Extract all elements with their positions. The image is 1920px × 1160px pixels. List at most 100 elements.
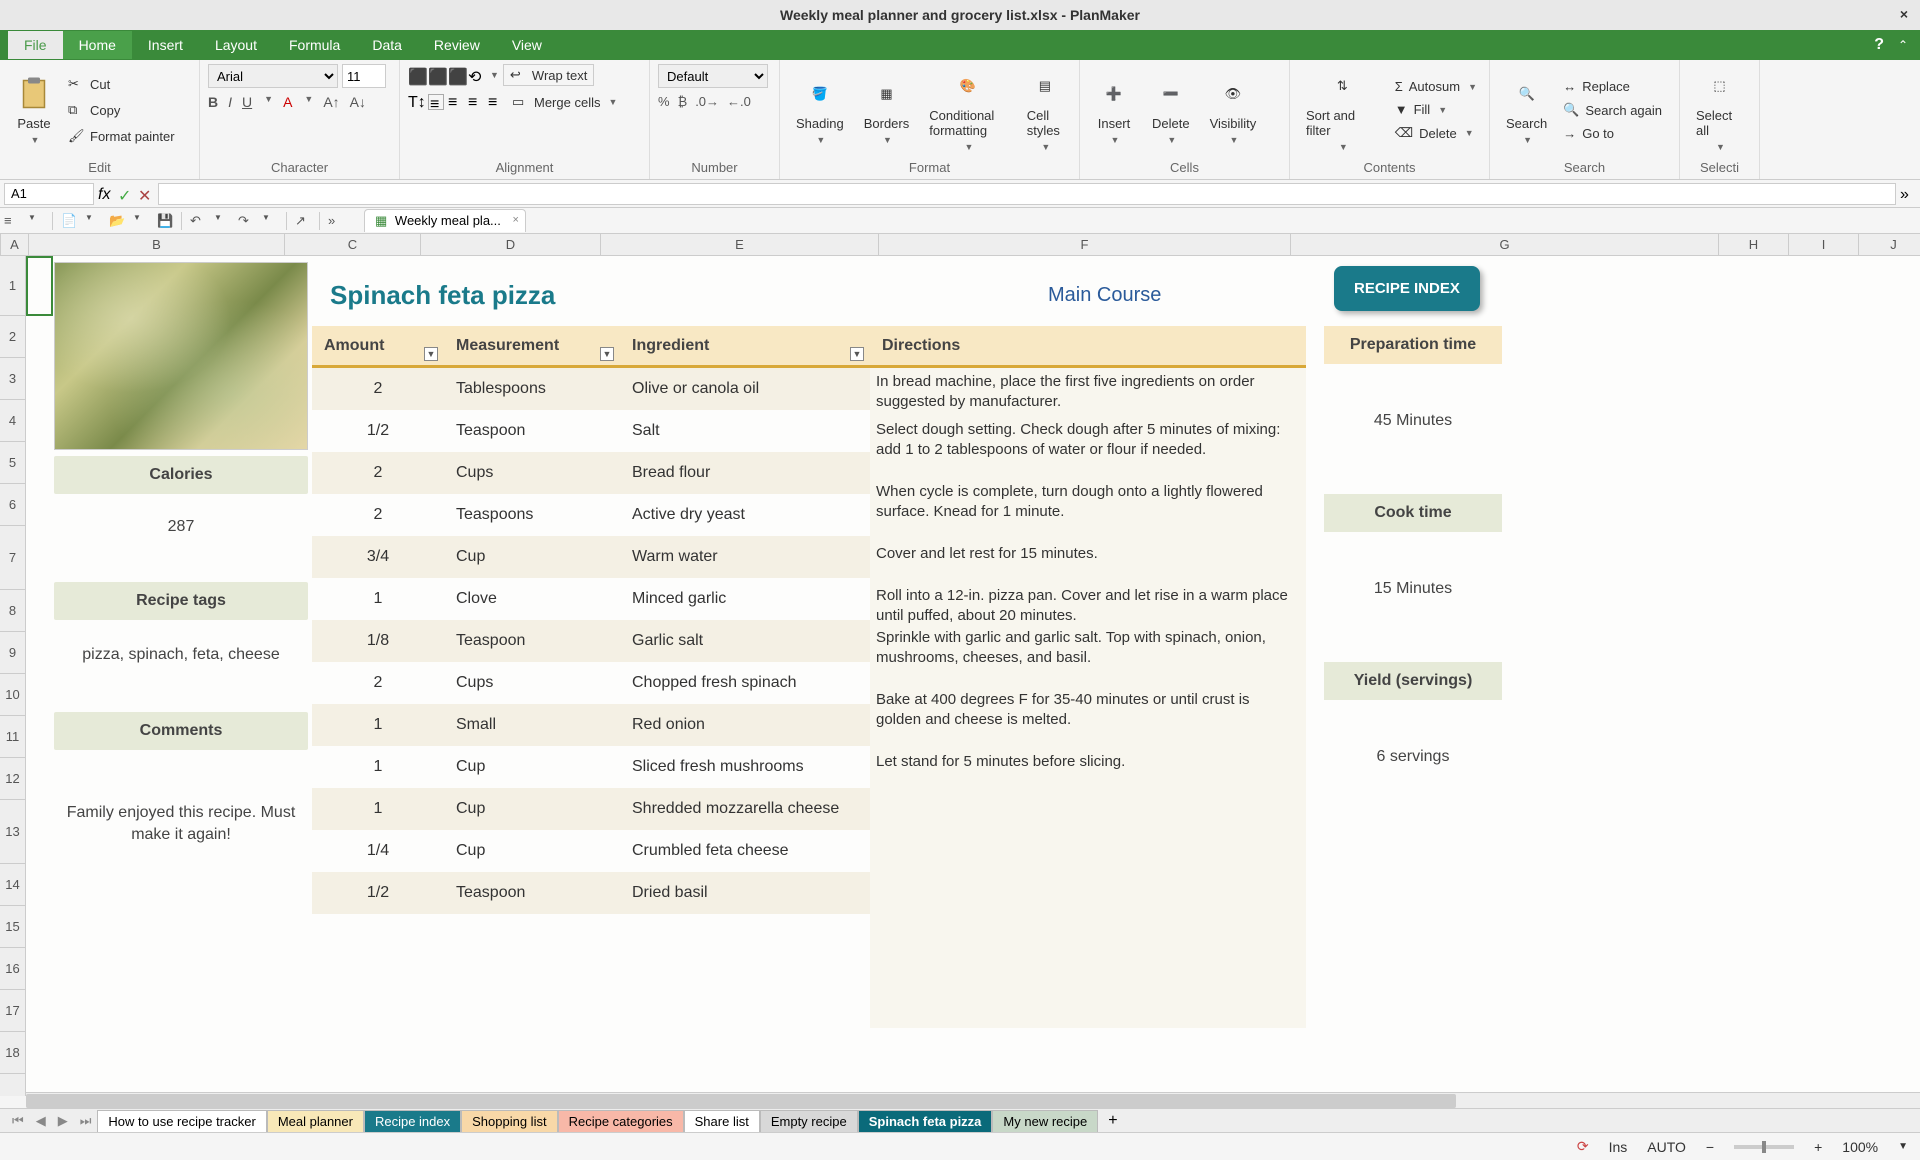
goto-button[interactable]: →Go to xyxy=(1559,124,1666,143)
ingredient-cell[interactable]: Warm water xyxy=(620,536,870,578)
accept-icon[interactable]: ✓ xyxy=(118,186,134,202)
direction-step[interactable]: When cycle is complete, turn dough onto … xyxy=(876,482,1296,523)
row-header[interactable]: 11 xyxy=(0,716,25,758)
ingredient-cell[interactable]: Salt xyxy=(620,410,870,452)
document-tab[interactable]: ▦ Weekly meal pla... × xyxy=(364,209,526,232)
sheet-tab-active[interactable]: Spinach feta pizza xyxy=(858,1110,993,1132)
sheet-tab[interactable]: Recipe index xyxy=(364,1110,461,1132)
col-directions-header[interactable]: Directions xyxy=(870,326,1306,368)
cell-styles-button[interactable]: ▤Cell styles▼ xyxy=(1019,64,1071,156)
menu-icon[interactable]: ≡ xyxy=(4,213,20,229)
measurement-cell[interactable]: Small xyxy=(444,704,620,746)
row-header[interactable]: 5 xyxy=(0,442,25,484)
italic-button[interactable]: I xyxy=(228,94,232,110)
column-header[interactable]: H xyxy=(1719,234,1789,255)
measurement-cell[interactable]: Clove xyxy=(444,578,620,620)
menu-review[interactable]: Review xyxy=(418,31,496,59)
delete-cells-button[interactable]: ➖Delete▼ xyxy=(1144,72,1198,149)
paste-button[interactable]: Paste ▼ xyxy=(8,72,60,149)
amount-cell[interactable]: 2 xyxy=(312,452,444,494)
conditional-formatting-button[interactable]: 🎨Conditional formatting▼ xyxy=(921,64,1014,156)
zoom-dropdown-icon[interactable]: ▼ xyxy=(1898,1141,1908,1152)
direction-step[interactable]: Select dough setting. Check dough after … xyxy=(876,420,1296,461)
sheet-tab[interactable]: How to use recipe tracker xyxy=(97,1110,266,1132)
row-header[interactable]: 14 xyxy=(0,864,25,906)
direction-step[interactable]: In bread machine, place the first five i… xyxy=(876,372,1296,413)
direction-step[interactable]: Sprinkle with garlic and garlic salt. To… xyxy=(876,628,1296,669)
column-header[interactable]: D xyxy=(421,234,601,255)
first-sheet-icon[interactable]: ⏮ xyxy=(6,1113,30,1129)
currency-icon[interactable]: ₿ xyxy=(678,94,688,109)
filter-icon[interactable]: ▼ xyxy=(424,347,438,361)
filter-icon[interactable]: ▼ xyxy=(600,347,614,361)
cell-reference-input[interactable] xyxy=(4,183,94,205)
align-top-icon[interactable]: ⬛ xyxy=(408,67,424,83)
insert-cells-button[interactable]: ➕Insert▼ xyxy=(1088,72,1140,149)
row-header[interactable]: 4 xyxy=(0,400,25,442)
select-all-button[interactable]: ⬚Select all▼ xyxy=(1688,64,1751,156)
cancel-icon[interactable]: ✕ xyxy=(138,186,154,202)
font-color-button[interactable]: A xyxy=(283,94,292,110)
column-header[interactable]: J xyxy=(1859,234,1920,255)
column-header[interactable]: A xyxy=(1,234,29,255)
menu-insert[interactable]: Insert xyxy=(132,31,199,59)
last-sheet-icon[interactable]: ⏭ xyxy=(74,1113,98,1129)
measurement-cell[interactable]: Cups xyxy=(444,662,620,704)
shading-button[interactable]: 🪣Shading▼ xyxy=(788,72,852,149)
row-header[interactable]: 7 xyxy=(0,526,25,590)
row-header[interactable]: 17 xyxy=(0,990,25,1032)
bold-button[interactable]: B xyxy=(208,94,218,110)
decrease-decimal-icon[interactable]: ←.0 xyxy=(727,94,751,109)
sheet-tab[interactable]: Meal planner xyxy=(267,1110,364,1132)
menu-data[interactable]: Data xyxy=(356,31,418,59)
grow-font-button[interactable]: A↑ xyxy=(323,94,339,110)
column-header[interactable]: E xyxy=(601,234,879,255)
number-format-select[interactable]: Default xyxy=(658,64,768,88)
zoom-out-icon[interactable]: − xyxy=(1706,1139,1714,1155)
cells-area[interactable]: Spinach feta pizza Main Course RECIPE IN… xyxy=(26,256,1920,1096)
row-header[interactable]: 13 xyxy=(0,800,25,864)
col-ingredient-header[interactable]: Ingredient▼ xyxy=(620,326,870,368)
amount-cell[interactable]: 2 xyxy=(312,662,444,704)
menu-home[interactable]: Home xyxy=(63,31,132,59)
wrap-text-button[interactable]: ↩Wrap text xyxy=(503,64,594,86)
sync-icon[interactable]: ⟳ xyxy=(1577,1138,1589,1155)
menu-view[interactable]: View xyxy=(496,31,558,59)
amount-cell[interactable]: 1/8 xyxy=(312,620,444,662)
merge-cells-button[interactable]: ▭Merge cells▼ xyxy=(508,92,621,112)
delete-contents-button[interactable]: ⌫Delete▼ xyxy=(1391,123,1481,143)
row-header[interactable]: 2 xyxy=(0,316,25,358)
sheet-tab[interactable]: Share list xyxy=(684,1110,760,1132)
expand-formula-icon[interactable]: » xyxy=(1900,186,1916,202)
measurement-cell[interactable]: Cup xyxy=(444,788,620,830)
zoom-slider[interactable] xyxy=(1734,1145,1794,1149)
percent-icon[interactable]: % xyxy=(658,94,670,109)
align-left-icon[interactable]: ≡ xyxy=(428,94,444,110)
close-tab-icon[interactable]: × xyxy=(512,214,518,226)
menu-layout[interactable]: Layout xyxy=(199,31,273,59)
column-header[interactable]: G xyxy=(1291,234,1719,255)
amount-cell[interactable]: 1 xyxy=(312,578,444,620)
formula-input[interactable] xyxy=(158,183,1896,205)
chevron-icon[interactable]: » xyxy=(328,213,344,229)
menu-formula[interactable]: Formula xyxy=(273,31,356,59)
ingredient-cell[interactable]: Chopped fresh spinach xyxy=(620,662,870,704)
orientation-icon[interactable]: ⟲ xyxy=(468,67,484,83)
underline-button[interactable]: U xyxy=(242,94,252,110)
align-center-icon[interactable]: ≡ xyxy=(448,94,464,110)
row-header[interactable]: 16 xyxy=(0,948,25,990)
ingredient-cell[interactable]: Dried basil xyxy=(620,872,870,914)
filter-icon[interactable]: ▼ xyxy=(850,347,864,361)
measurement-cell[interactable]: Cup xyxy=(444,536,620,578)
borders-button[interactable]: ▦Borders▼ xyxy=(856,72,918,149)
ingredient-cell[interactable]: Crumbled feta cheese xyxy=(620,830,870,872)
help-icon[interactable]: ? xyxy=(1874,36,1884,54)
measurement-cell[interactable]: Teaspoon xyxy=(444,872,620,914)
new-doc-icon[interactable]: 📄 xyxy=(61,213,77,229)
fx-icon[interactable]: fx xyxy=(98,186,114,202)
amount-cell[interactable]: 1 xyxy=(312,746,444,788)
ingredient-cell[interactable]: Garlic salt xyxy=(620,620,870,662)
ingredient-cell[interactable]: Bread flour xyxy=(620,452,870,494)
col-measurement-header[interactable]: Measurement▼ xyxy=(444,326,620,368)
align-bottom-icon[interactable]: ⬛ xyxy=(448,67,464,83)
